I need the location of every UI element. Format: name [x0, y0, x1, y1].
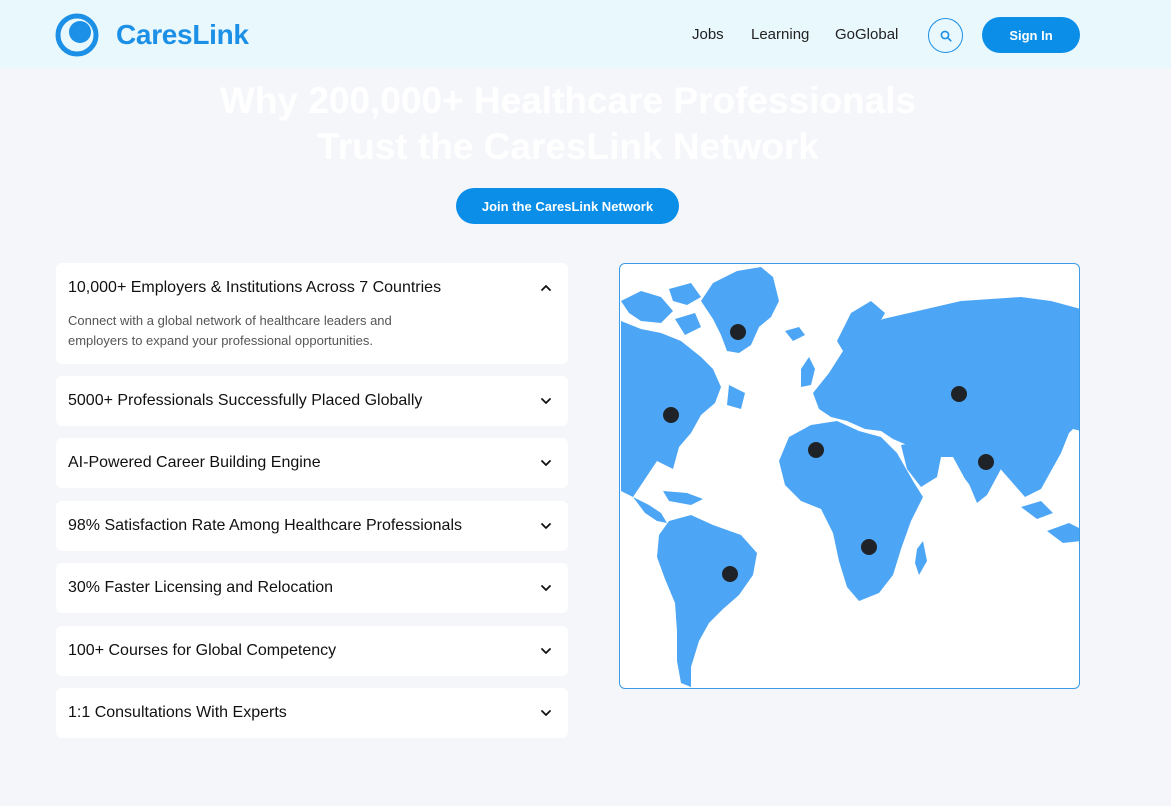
accordion-description-line-1: Connect with a global network of healthc… — [68, 313, 392, 328]
chevron-up-icon[interactable] — [540, 282, 552, 294]
location-marker-india — [978, 454, 994, 470]
chevron-down-icon[interactable] — [540, 395, 552, 407]
sign-in-button[interactable]: Sign In — [982, 17, 1080, 53]
south-america-shape — [657, 515, 757, 687]
nav-jobs[interactable]: Jobs — [692, 26, 724, 43]
brand-logo[interactable]: CaresLink — [55, 13, 249, 57]
chevron-down-icon[interactable] — [540, 582, 552, 594]
accordion-item-title: 5000+ Professionals Successfully Placed … — [68, 392, 423, 409]
greenland-shape — [701, 267, 779, 353]
world-map — [619, 263, 1080, 689]
chevron-down-icon[interactable] — [540, 707, 552, 719]
chevron-down-icon[interactable] — [540, 645, 552, 657]
nav-learning[interactable]: Learning — [751, 26, 809, 43]
nav-goglobal[interactable]: GoGlobal — [835, 26, 898, 43]
accordion-item-title: 100+ Courses for Global Competency — [68, 642, 337, 659]
accordion-item-satisfaction[interactable]: 98% Satisfaction Rate Among Healthcare P… — [56, 501, 568, 551]
hero-title-line-1: Why 200,000+ Healthcare Professionals — [219, 80, 917, 121]
accordion-item-description: Connect with a global network of healthc… — [68, 311, 428, 351]
accordion-item-licensing[interactable]: 30% Faster Licensing and Relocation — [56, 563, 568, 613]
accordion-item-title: AI-Powered Career Building Engine — [68, 454, 321, 471]
accordion-description-line-2: employers to expand your professional op… — [68, 333, 373, 348]
arctic-islands-shape — [621, 291, 673, 323]
join-network-button[interactable]: Join the CaresLink Network — [456, 188, 679, 224]
logo-mark-icon — [55, 13, 99, 57]
accordion-item-consultations[interactable]: 1:1 Consultations With Experts — [56, 688, 568, 738]
brand-name: CaresLink — [116, 19, 249, 50]
hero-title-line-2: Trust the CaresLink Network — [317, 126, 819, 167]
location-marker-central-asia — [951, 386, 967, 402]
accordion-item-title: 30% Faster Licensing and Relocation — [68, 579, 334, 596]
accordion-item-courses[interactable]: 100+ Courses for Global Competency — [56, 626, 568, 676]
accordion-item-title: 1:1 Consultations With Experts — [68, 704, 287, 721]
africa-shape — [779, 421, 923, 601]
chevron-down-icon[interactable] — [540, 457, 552, 469]
hero-title: Why 200,000+ Healthcare Professionals Tr… — [0, 78, 1136, 170]
search-icon — [940, 30, 952, 42]
world-map-graphic — [621, 267, 1079, 687]
location-marker-southern-africa — [861, 539, 877, 555]
search-button[interactable] — [928, 18, 963, 53]
site-header: CaresLink Jobs Learning GoGlobal Sign In — [0, 0, 1171, 68]
accordion-item-title: 10,000+ Employers & Institutions Across … — [68, 279, 442, 296]
accordion-item-ai-engine[interactable]: AI-Powered Career Building Engine — [56, 438, 568, 488]
location-marker-south-america — [722, 566, 738, 582]
accordion-item-employers[interactable]: 10,000+ Employers & Institutions Across … — [56, 263, 568, 364]
accordion-item-title: 98% Satisfaction Rate Among Healthcare P… — [68, 517, 462, 534]
chevron-down-icon[interactable] — [540, 520, 552, 532]
location-marker-greenland — [730, 324, 746, 340]
accordion-item-placed[interactable]: 5000+ Professionals Successfully Placed … — [56, 376, 568, 426]
location-marker-north-america — [663, 407, 679, 423]
location-marker-north-africa — [808, 442, 824, 458]
